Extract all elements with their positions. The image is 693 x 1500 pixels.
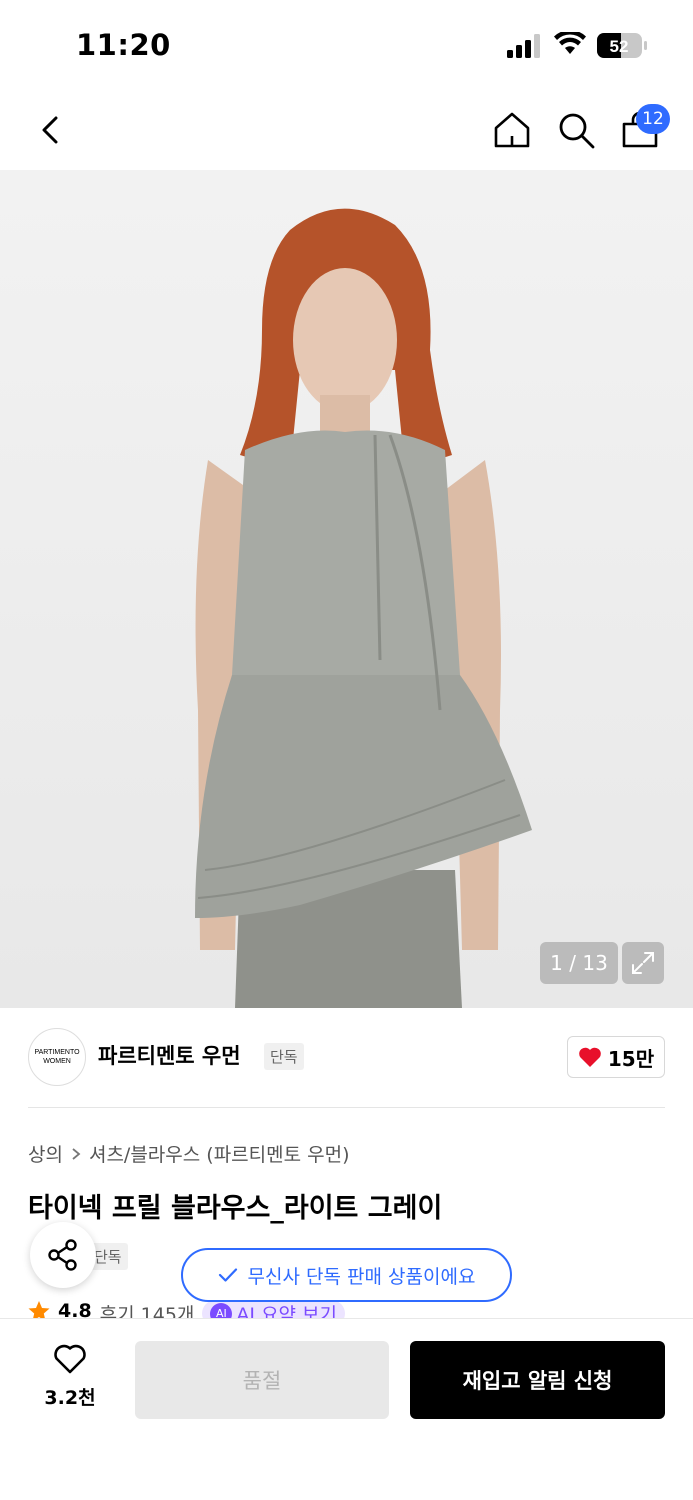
cellular-signal-icon <box>507 34 540 58</box>
exclusive-toast: 무신사 단독 판매 상품이에요 <box>181 1248 512 1302</box>
check-icon <box>218 1268 237 1282</box>
search-icon[interactable] <box>556 110 596 150</box>
breadcrumb: 상의 셔츠/블라우스 (파르티멘토 우먼) <box>28 1140 350 1167</box>
rating-row[interactable]: 4.8 후기 145개 AI AI 요약 보기 <box>28 1300 346 1320</box>
status-time: 11:20 <box>76 28 171 62</box>
expand-image-button[interactable] <box>622 942 664 984</box>
star-icon <box>28 1301 50 1320</box>
chevron-right-icon <box>72 1147 81 1160</box>
brand-like-button[interactable]: 15만 <box>567 1036 665 1078</box>
brand-logo-line-1: PARTIMENTO <box>34 1049 80 1056</box>
ai-summary-label: AI 요약 보기 <box>236 1304 338 1320</box>
expand-icon <box>632 952 654 974</box>
top-nav <box>0 90 693 170</box>
battery-icon: 52 <box>597 33 647 58</box>
heart-icon <box>579 1047 601 1067</box>
brand-logo-line-2: WOMEN <box>43 1058 71 1065</box>
bottom-action-bar: 3.2천 품절 재입고 알림 신청 <box>0 1318 693 1500</box>
ai-summary-button[interactable]: AI AI 요약 보기 <box>202 1300 346 1320</box>
product-photo <box>195 208 532 1008</box>
rating-value: 4.8 <box>58 1300 92 1320</box>
status-bar: 11:20 52 <box>0 0 693 90</box>
restock-alert-button[interactable]: 재입고 알림 신청 <box>410 1341 665 1419</box>
brand-name-link[interactable]: 파르티멘토 우먼 <box>98 1040 241 1070</box>
review-count[interactable]: 후기 145개 <box>100 1300 195 1320</box>
sold-out-button: 품절 <box>135 1341 389 1419</box>
product-title: 타이넥 프릴 블라우스_라이트 그레이 <box>28 1193 443 1224</box>
heart-outline-icon <box>54 1344 86 1374</box>
home-icon[interactable] <box>492 110 532 150</box>
share-icon <box>48 1239 77 1271</box>
brand-exclusive-tag: 단독 <box>264 1043 304 1070</box>
wifi-icon <box>554 32 586 54</box>
battery-level: 52 <box>610 37 629 56</box>
back-arrow-icon[interactable] <box>34 110 68 150</box>
toast-message: 무신사 단독 판매 상품이에요 <box>247 1265 476 1288</box>
wishlist-count: 3.2천 <box>44 1387 96 1409</box>
product-image-carousel[interactable] <box>0 170 693 1008</box>
breadcrumb-subcategory[interactable]: 셔츠/블라우스 (파르티멘토 우먼) <box>89 1140 350 1167</box>
brand-logo[interactable]: PARTIMENTO WOMEN <box>28 1028 86 1086</box>
image-counter: 1 / 13 <box>540 942 618 984</box>
brand-like-count: 15만 <box>607 1046 655 1071</box>
wishlist-button[interactable]: 3.2천 <box>30 1343 110 1410</box>
divider <box>28 1107 665 1108</box>
cart-count-badge: 12 <box>636 104 670 134</box>
breadcrumb-category[interactable]: 상의 <box>28 1140 63 1167</box>
share-button[interactable] <box>30 1222 96 1288</box>
